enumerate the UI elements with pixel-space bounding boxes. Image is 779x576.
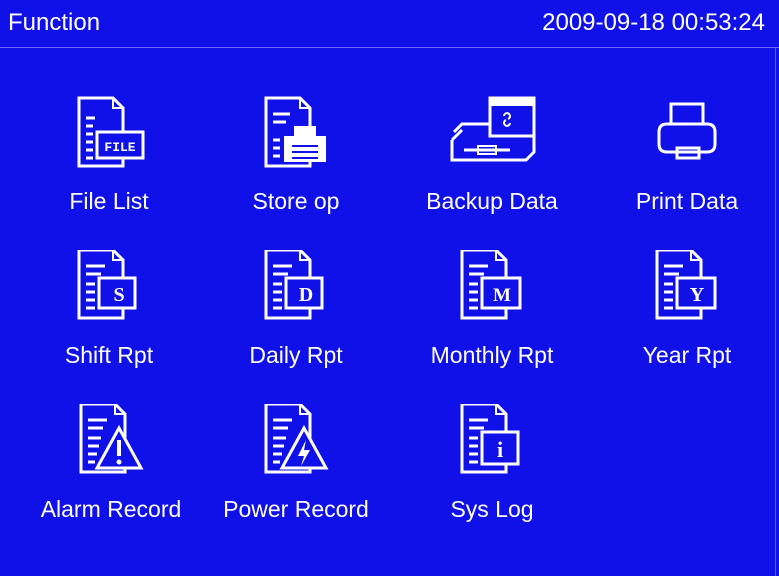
menu-item-file-list[interactable]: FILE File List bbox=[24, 96, 194, 226]
menu-label: File List bbox=[69, 188, 149, 214]
menu-item-monthly-rpt[interactable]: M Monthly Rpt bbox=[407, 250, 577, 380]
power-record-icon bbox=[211, 404, 381, 476]
menu-item-year-rpt[interactable]: Y Year Rpt bbox=[602, 250, 772, 380]
menu-label: Backup Data bbox=[426, 188, 558, 214]
menu-item-print-data[interactable]: Print Data bbox=[602, 96, 772, 226]
backup-data-icon bbox=[407, 96, 577, 168]
title-bar: Function 2009-09-18 00:53:24 bbox=[0, 0, 779, 48]
menu-label: Print Data bbox=[635, 188, 739, 214]
shift-report-icon: S bbox=[24, 250, 194, 322]
function-screen: Function 2009-09-18 00:53:24 FILE File L… bbox=[0, 0, 779, 576]
year-report-icon: Y bbox=[602, 250, 772, 322]
store-op-icon bbox=[211, 96, 381, 168]
menu-label: Shift Rpt bbox=[64, 342, 154, 368]
file-list-icon: FILE bbox=[24, 96, 194, 168]
file-badge-text: FILE bbox=[104, 140, 135, 155]
menu-item-alarm-record[interactable]: Alarm Record bbox=[26, 404, 196, 534]
page-title: Function bbox=[8, 9, 101, 36]
daily-report-icon: D bbox=[211, 250, 381, 322]
menu-item-daily-rpt[interactable]: D Daily Rpt bbox=[211, 250, 381, 380]
menu-label: Year Rpt bbox=[642, 342, 732, 368]
year-badge-text: Y bbox=[690, 284, 705, 306]
menu-label: Sys Log bbox=[450, 496, 534, 522]
menu-item-backup-data[interactable]: Backup Data bbox=[407, 96, 577, 226]
monthly-badge-text: M bbox=[493, 285, 511, 306]
menu-label: Power Record bbox=[223, 496, 369, 522]
datetime-display: 2009-09-18 00:53:24 bbox=[542, 9, 765, 36]
alarm-record-icon bbox=[26, 404, 196, 476]
menu-label: Store op bbox=[252, 188, 340, 214]
menu-item-power-record[interactable]: Power Record bbox=[211, 404, 381, 534]
printer-icon bbox=[602, 96, 772, 168]
syslog-badge-text: i bbox=[497, 437, 503, 462]
menu-label: Daily Rpt bbox=[249, 342, 343, 368]
menu-label: Monthly Rpt bbox=[430, 342, 554, 368]
menu-item-store-op[interactable]: Store op bbox=[211, 96, 381, 226]
system-log-icon: i bbox=[407, 404, 577, 476]
menu-item-shift-rpt[interactable]: S Shift Rpt bbox=[24, 250, 194, 380]
monthly-report-icon: M bbox=[407, 250, 577, 322]
shift-badge-text: S bbox=[113, 284, 124, 306]
daily-badge-text: D bbox=[299, 284, 313, 306]
right-divider bbox=[775, 48, 776, 576]
menu-item-sys-log[interactable]: i Sys Log bbox=[407, 404, 577, 534]
menu-label: Alarm Record bbox=[40, 496, 182, 522]
